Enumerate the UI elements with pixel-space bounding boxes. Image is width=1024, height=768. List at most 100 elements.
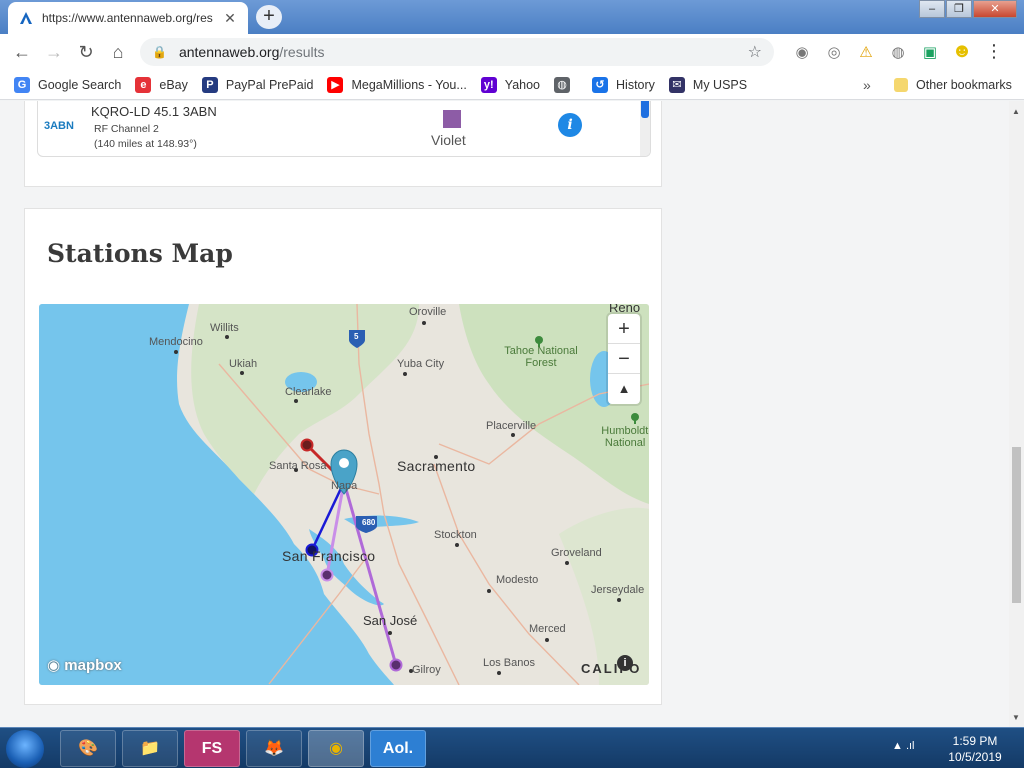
station-list-card: 3ABN KQRO-LD 45.1 3ABN RF Channel 2 (140…: [24, 101, 662, 187]
new-tab-button[interactable]: +: [256, 5, 282, 29]
bookmark-item[interactable]: y! Yahoo: [480, 76, 540, 93]
scroll-up-icon[interactable]: ▲: [1012, 107, 1020, 116]
extension-search-icon[interactable]: ◉: [786, 43, 818, 61]
maximize-button[interactable]: ❐: [946, 0, 972, 18]
zoom-in-button[interactable]: +: [608, 314, 640, 344]
map-place-label: Ukiah: [229, 358, 258, 370]
tab-close-icon[interactable]: ✕: [222, 10, 238, 27]
chrome-app-taskbar-button[interactable]: ◉: [308, 730, 364, 767]
bookmark-item[interactable]: e eBay: [135, 76, 188, 93]
bookmark-label: My USPS: [692, 77, 748, 92]
map-controls: + − ▲: [608, 314, 640, 404]
extension-warning-icon[interactable]: ⚠: [850, 43, 882, 61]
station-marker[interactable]: [320, 568, 334, 582]
map-place-label: Stockton: [434, 529, 477, 541]
firefox-app-taskbar-button[interactable]: 🦊: [246, 730, 302, 767]
bookmarks-overflow-icon[interactable]: »: [863, 77, 871, 93]
station-channel: RF Channel 2: [94, 123, 159, 135]
browser-tab-active[interactable]: https://www.antennaweb.org/res ✕: [8, 2, 248, 34]
bookmark-item[interactable]: P PayPal PrePaid: [201, 76, 314, 93]
bookmark-star-icon[interactable]: ☆: [748, 42, 762, 62]
map-place-label: Groveland: [551, 547, 602, 559]
forward-icon[interactable]: →: [38, 42, 70, 63]
clock-date: 10/5/2019: [948, 750, 1002, 764]
scroll-down-icon[interactable]: ▼: [1012, 713, 1020, 722]
aol-app-taskbar-button[interactable]: Aol.: [370, 730, 426, 767]
bookmark-item[interactable]: ↺ History: [592, 76, 655, 93]
system-clock[interactable]: 1:59 PM 10/5/2019: [938, 733, 1012, 765]
station-marker[interactable]: [389, 658, 403, 672]
extension-shield-icon[interactable]: ◍: [882, 43, 914, 61]
extension-icons: ◉ ◎ ⚠ ◍ ▣ ☻ ⋮: [786, 40, 1010, 63]
folder-icon: [894, 77, 908, 92]
bookmark-item[interactable]: ✉ My USPS: [668, 76, 748, 93]
map-place-label: Yuba City: [397, 358, 445, 370]
compass-button[interactable]: ▲: [608, 374, 640, 404]
section-title: Stations Map: [47, 239, 233, 268]
antenna-color-label: Violet: [431, 132, 466, 148]
attribution-icon[interactable]: i: [617, 655, 633, 671]
url-host: antennaweb.org: [178, 44, 280, 60]
smiley-icon[interactable]: ☻: [946, 40, 978, 63]
bookmark-item[interactable]: ◍: [554, 76, 578, 93]
address-bar[interactable]: 🔒 antennaweb.org/results ☆: [140, 38, 774, 66]
youtube-icon: ▶: [327, 76, 344, 93]
station-name: KQRO-LD 45.1 3ABN: [91, 104, 217, 119]
paint-app-taskbar-button[interactable]: 🎨: [60, 730, 116, 767]
google-icon: G: [14, 76, 30, 93]
window-controls: – ❐ ✕: [918, 0, 1017, 20]
mapbox-logo-icon: ◉: [47, 657, 65, 674]
history-icon: ↺: [592, 76, 609, 93]
station-row[interactable]: 3ABN KQRO-LD 45.1 3ABN RF Channel 2 (140…: [37, 101, 651, 157]
other-bookmarks-label: Other bookmarks: [916, 77, 1012, 92]
fs-app-taskbar-button[interactable]: FS: [184, 730, 240, 767]
bookmark-label: Google Search: [38, 77, 122, 92]
yahoo-icon: y!: [480, 76, 497, 93]
minimize-button[interactable]: –: [919, 0, 945, 18]
map-place-label: San José: [363, 613, 418, 628]
map-place-label: Los Banos: [483, 657, 535, 669]
info-icon[interactable]: i: [558, 113, 582, 137]
antennaweb-favicon-icon: [20, 12, 32, 24]
map-place-label: Merced: [529, 623, 566, 635]
page-scrollbar[interactable]: ▲ ▼: [1009, 101, 1024, 727]
mapbox-logo[interactable]: ◉ mapbox: [47, 656, 122, 674]
home-icon[interactable]: ⌂: [102, 42, 134, 63]
station-list-scrollbar[interactable]: [640, 101, 650, 156]
extension-magnifier-icon[interactable]: ◎: [818, 43, 850, 61]
antenna-color-swatch: [443, 110, 461, 128]
window-close-button[interactable]: ✕: [973, 0, 1017, 18]
bookmark-label: eBay: [159, 77, 188, 92]
system-tray[interactable]: ▲ .ıl: [892, 740, 915, 752]
reload-icon[interactable]: ↻: [70, 42, 102, 63]
map-place-label: Modesto: [496, 574, 539, 586]
map-place-label: San Francisco: [282, 548, 376, 564]
mapbox-label: mapbox: [64, 657, 122, 674]
other-bookmarks[interactable]: Other bookmarks: [894, 77, 1012, 92]
stations-map-card: Stations Map Reno Oroville Willits Mendo…: [24, 208, 662, 705]
bookmark-label: History: [616, 77, 655, 92]
page-content: 3ABN KQRO-LD 45.1 3ABN RF Channel 2 (140…: [0, 101, 1009, 727]
extension-cast-icon[interactable]: ▣: [914, 43, 946, 61]
bookmark-label: PayPal PrePaid: [225, 77, 314, 92]
clock-time: 1:59 PM: [952, 734, 998, 748]
bookmark-item[interactable]: ▶ MegaMillions - You...: [327, 76, 467, 93]
tab-title: https://www.antennaweb.org/res: [42, 11, 213, 25]
map-place-label: Willits: [210, 322, 239, 334]
start-button[interactable]: [6, 730, 44, 768]
map-place-label: Oroville: [409, 306, 447, 318]
stations-map[interactable]: Reno Oroville Willits Mendocino Ukiah Yuba Ci…: [39, 304, 649, 685]
map-place-label: Napa: [331, 480, 358, 492]
bookmark-item[interactable]: G Google Search: [14, 76, 122, 93]
station-distance: (140 miles at 148.93°): [94, 138, 197, 150]
map-place-label: Santa Rosa: [269, 460, 327, 472]
zoom-out-button[interactable]: −: [608, 344, 640, 374]
scrollbar-thumb[interactable]: [1012, 447, 1021, 603]
explorer-app-taskbar-button[interactable]: 📁: [122, 730, 178, 767]
map-place-label: Sacramento: [397, 458, 476, 474]
back-icon[interactable]: ←: [6, 42, 38, 63]
chrome-menu-icon[interactable]: ⋮: [978, 41, 1010, 62]
map-place-label: 5: [354, 332, 359, 341]
station-marker[interactable]: [300, 438, 314, 452]
bookmarks-bar: G Google Search e eBay P PayPal PrePaid ▶ MegaM…: [0, 70, 1024, 100]
